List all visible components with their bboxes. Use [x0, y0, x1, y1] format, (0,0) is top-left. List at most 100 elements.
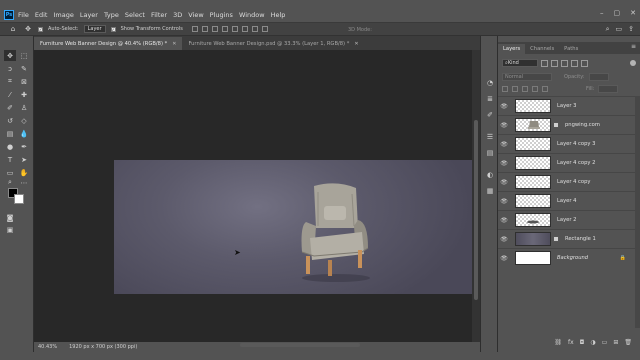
healing-brush-icon[interactable]: ✚ [18, 89, 30, 100]
add-mask-icon[interactable]: ◘ [580, 339, 585, 346]
panel-menu-icon[interactable]: ≡ [631, 43, 636, 50]
distribute-spacing-icon[interactable] [261, 26, 268, 32]
menu-edit[interactable]: Edit [35, 11, 48, 19]
layer-row[interactable]: 👁 Rectangle 1 [498, 229, 640, 248]
eye-icon[interactable]: 👁 [498, 160, 510, 167]
eye-icon[interactable]: 👁 [498, 255, 510, 262]
pixel-filter-icon[interactable] [541, 59, 548, 67]
horizontal-scroll-thumb[interactable] [240, 343, 360, 347]
gradient-tool-icon[interactable]: ▤ [4, 128, 16, 139]
eye-icon[interactable]: 👁 [498, 141, 510, 148]
tab-furniture-banner[interactable]: Furniture Web Banner Design @ 40.4% (RGB… [34, 37, 183, 50]
horizontal-scrollbar[interactable] [230, 342, 430, 347]
canvas-workspace[interactable]: ➤ [34, 50, 472, 342]
layer-row[interactable]: 👁 Background 🔒 [498, 248, 640, 267]
vertical-scroll-thumb[interactable] [474, 120, 478, 300]
menu-help[interactable]: Help [271, 11, 286, 19]
tab-layers[interactable]: Layers [498, 44, 526, 54]
layer-name[interactable]: Layer 4 [557, 198, 576, 204]
kind-filter-dropdown[interactable]: ⌕ Kind [502, 59, 538, 67]
move-tool-icon[interactable]: ✥ [23, 25, 33, 34]
distribute-icon[interactable] [251, 26, 258, 32]
color-panel-icon[interactable]: ◐ [485, 170, 495, 180]
adjustments-panel-icon[interactable]: ☰ [485, 132, 495, 142]
marquee-tool-icon[interactable]: ⬚ [18, 50, 30, 61]
lock-pixels-icon[interactable] [502, 86, 508, 92]
screen-mode-icon[interactable]: ▣ [4, 224, 16, 235]
layer-name[interactable]: Rectangle 1 [565, 236, 596, 242]
brush-tool-icon[interactable]: ✐ [4, 102, 16, 113]
transform-controls-checkbox[interactable]: ✓ [110, 26, 116, 32]
quick-mask-icon[interactable]: ◙ [4, 212, 16, 223]
blur-tool-icon[interactable]: 💧 [18, 128, 30, 139]
menu-select[interactable]: Select [125, 11, 145, 19]
eyedropper-icon[interactable]: ⁄ [4, 89, 16, 100]
maximize-icon[interactable]: ▢ [614, 9, 621, 17]
layer-name[interactable]: Layer 4 copy 2 [557, 160, 595, 166]
blend-mode-dropdown[interactable]: Normal [502, 73, 552, 81]
minimize-icon[interactable]: – [600, 9, 604, 17]
align-top-icon[interactable] [221, 26, 228, 32]
layer-row[interactable]: 👁 Layer 4 copy 3 [498, 134, 640, 153]
layer-row[interactable]: 👁 Layer 2 [498, 210, 640, 229]
layer-row[interactable]: 👁 Layer 4 copy 2 [498, 153, 640, 172]
layer-name[interactable]: pngwing.com [565, 122, 600, 128]
document-size[interactable]: 1920 px x 700 px (300 ppi) [69, 344, 137, 350]
adjustment-filter-icon[interactable] [551, 59, 558, 67]
zoom-level[interactable]: 40.43% [38, 344, 57, 350]
type-tool-icon[interactable]: T [4, 154, 16, 165]
layer-name[interactable]: Layer 4 copy 3 [557, 141, 595, 147]
tab-channels[interactable]: Channels [525, 44, 559, 54]
close-icon[interactable]: ✕ [354, 41, 358, 47]
align-middle-icon[interactable] [231, 26, 238, 32]
menu-plugins[interactable]: Plugins [210, 11, 233, 19]
align-center-icon[interactable] [201, 26, 208, 32]
lock-all-icon[interactable] [542, 86, 548, 92]
auto-select-checkbox[interactable]: ✓ [38, 26, 43, 32]
pen-tool-icon[interactable]: ✒ [18, 141, 30, 152]
brush-panel-icon[interactable]: ✐ [485, 110, 495, 120]
share-icon[interactable]: ⇪ [628, 25, 634, 34]
filter-toggle[interactable] [630, 60, 636, 66]
eye-icon[interactable]: 👁 [498, 103, 510, 110]
layer-row[interactable]: 👁 pngwing.com [498, 115, 640, 134]
crop-tool-icon[interactable]: ⌗ [4, 76, 16, 87]
align-bottom-icon[interactable] [241, 26, 248, 32]
layer-name[interactable]: Background [557, 255, 588, 261]
shape-filter-icon[interactable] [571, 59, 578, 67]
lock-position-icon[interactable] [522, 86, 528, 92]
layer-row[interactable]: 👁 Layer 4 copy [498, 172, 640, 191]
path-select-icon[interactable]: ➤ [18, 154, 30, 165]
home-icon[interactable]: ⌂ [8, 25, 18, 34]
eraser-tool-icon[interactable]: ◇ [18, 115, 30, 126]
menu-view[interactable]: View [188, 11, 203, 19]
lock-artboard-icon[interactable] [532, 86, 538, 92]
eye-icon[interactable]: 👁 [498, 236, 510, 243]
opacity-field[interactable] [588, 73, 609, 81]
zoom-tool-icon[interactable]: ⌕ [4, 177, 16, 188]
new-group-icon[interactable]: ▭ [602, 339, 608, 346]
history-brush-icon[interactable]: ↺ [4, 115, 16, 126]
menu-type[interactable]: Type [104, 11, 119, 19]
type-filter-icon[interactable] [561, 59, 568, 67]
layer-name[interactable]: Layer 2 [557, 217, 576, 223]
smart-object-filter-icon[interactable] [581, 59, 588, 67]
menu-file[interactable]: File [18, 11, 29, 19]
dodge-tool-icon[interactable]: ● [4, 141, 16, 152]
link-layers-icon[interactable]: ⛓ [554, 339, 562, 346]
tab-paths[interactable]: Paths [559, 44, 583, 54]
move-tool-icon[interactable]: ✥ [4, 50, 16, 61]
menu-window[interactable]: Window [239, 11, 265, 19]
tab-furniture-banner-psd[interactable]: Furniture Web Banner Design.psd @ 33.3% … [182, 37, 364, 50]
menu-filter[interactable]: Filter [151, 11, 167, 19]
fx-icon[interactable]: fx [568, 339, 574, 346]
history-panel-icon[interactable]: ◔ [485, 78, 495, 88]
adjustment-layer-icon[interactable]: ◑ [590, 339, 595, 346]
layer-name[interactable]: Layer 3 [557, 103, 576, 109]
layer-row[interactable]: 👁 Layer 3 [498, 96, 640, 115]
trash-icon[interactable]: 🗑 [624, 339, 632, 346]
align-left-icon[interactable] [191, 26, 198, 32]
quick-select-icon[interactable]: ✎ [18, 63, 30, 74]
close-icon[interactable]: ✕ [630, 9, 636, 17]
align-right-icon[interactable] [211, 26, 218, 32]
